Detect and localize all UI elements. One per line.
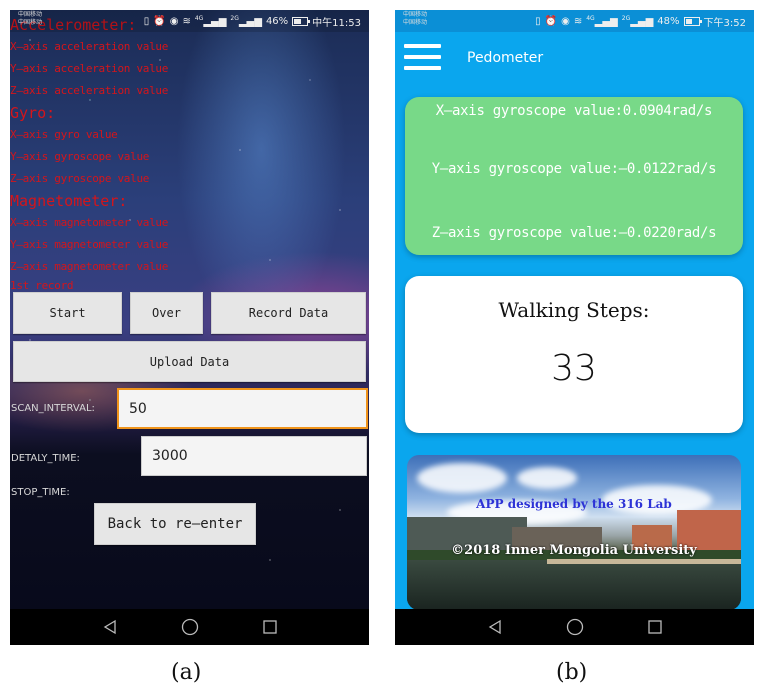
upload-data-button[interactable]: Upload Data — [13, 341, 366, 382]
carrier-names: 中国移动 中国移动 — [403, 11, 427, 27]
start-button[interactable]: Start — [13, 292, 122, 334]
gyro-x-value: X—axis gyro value — [10, 128, 118, 141]
recents-nav-button[interactable] — [261, 618, 279, 636]
carrier-names: 中国移动 中国移动 — [18, 11, 42, 27]
delay-time-input[interactable]: 3000 — [141, 436, 367, 476]
walking-steps-count: 33 — [551, 348, 597, 389]
vibrate-icon: ▯ — [143, 16, 150, 27]
eye-icon: ◉ — [561, 16, 570, 27]
scan-interval-label: SCAN_INTERVAL: — [11, 403, 95, 414]
back-nav-button[interactable] — [486, 618, 504, 636]
wifi-icon: ≋ — [182, 16, 191, 27]
magnetometer-heading: Magnetometer: — [10, 192, 128, 210]
recents-square-icon — [647, 620, 662, 634]
clock: 下午3:52 — [703, 18, 746, 29]
gyro-heading: Gyro: — [10, 104, 56, 122]
home-nav-button[interactable] — [566, 618, 584, 636]
accel-z-value: Z—axis acceleration value — [10, 84, 169, 97]
cloud — [517, 467, 577, 489]
lake-shore — [547, 559, 741, 564]
gyro-y-readout: Y—axis gyroscope value:—0.0122rad/s — [431, 161, 717, 177]
signal-icon-1: 4G▂▄▆ — [194, 15, 227, 28]
wifi-icon: ≋ — [573, 16, 583, 27]
mag-y-value: Y—axis magnetometer value — [10, 238, 169, 251]
record-data-button[interactable]: Record Data — [211, 292, 366, 334]
navigation-bar — [395, 609, 754, 645]
carrier-2: 中国移动 — [18, 19, 43, 26]
battery-icon — [292, 17, 311, 26]
mag-x-value: X—axis magnetometer value — [10, 216, 169, 229]
walking-steps-label: Walking Steps: — [498, 298, 650, 322]
campus-banner-image: APP designed by the 316 Lab ©2018 Inner … — [407, 455, 741, 610]
navigation-bar — [10, 609, 369, 645]
gyro-z-value: Z—axis gyroscope value — [10, 172, 150, 185]
over-button[interactable]: Over — [130, 292, 203, 334]
status-icons: ▯ ⏰ ◉ ≋ 4G▂▄▆ 2G▂▄▆ 46% 中午11:53 — [144, 14, 361, 29]
battery-icon — [683, 17, 702, 26]
home-nav-button[interactable] — [181, 618, 199, 636]
status-icons: ▯ ⏰ ◉ ≋ 4G▂▄▆ 2G▂▄▆ 48% 下午3:52 — [535, 14, 746, 29]
back-triangle-icon — [488, 619, 501, 635]
banner-copyright: ©2018 Inner Mongolia University — [451, 543, 697, 558]
steps-card: Walking Steps: 33 — [405, 276, 743, 433]
caption-b: (b) — [556, 660, 588, 685]
clock: 中午11:53 — [312, 18, 361, 29]
gyro-z-readout: Z—axis gyroscope value:—0.0220rad/s — [431, 225, 717, 241]
status-bar: 中国移动 中国移动 ▯ ⏰ ◉ ≋ 4G▂▄▆ 2G▂▄▆ 46% 中午11:5… — [10, 10, 369, 32]
back-nav-button[interactable] — [101, 618, 119, 636]
eye-icon: ◉ — [169, 16, 179, 27]
alarm-icon: ⏰ — [544, 16, 558, 27]
signal-icon-1: 4G▂▄▆ — [586, 15, 618, 28]
battery-percent: 48% — [657, 16, 680, 27]
gyro-y-value: Y—axis gyroscope value — [10, 150, 150, 163]
alarm-icon: ⏰ — [153, 16, 166, 27]
vibrate-icon: ▯ — [535, 16, 541, 27]
accel-x-value: X—axis acceleration value — [10, 40, 169, 53]
menu-button[interactable] — [404, 44, 441, 71]
lake — [407, 560, 741, 610]
signal-icon-2: 2G▂▄▆ — [230, 15, 262, 28]
status-bar: 中国移动 中国移动 ▯ ⏰ ◉ ≋ 4G▂▄▆ 2G▂▄▆ 48% 下午3:52 — [395, 10, 754, 32]
caption-a: (a) — [171, 660, 202, 685]
delay-time-label: DETALY_TIME: — [11, 453, 80, 464]
carrier-1: 中国移动 — [403, 11, 428, 18]
mag-z-value: Z—axis magnetometer value — [10, 260, 169, 273]
back-triangle-icon — [103, 619, 116, 635]
accel-y-value: Y—axis acceleration value — [10, 62, 169, 75]
cloud — [417, 463, 507, 493]
banner-credit-lab: APP designed by the 316 Lab — [476, 497, 672, 511]
battery-percent: 46% — [265, 16, 289, 27]
phone-screen-b: 中国移动 中国移动 ▯ ⏰ ◉ ≋ 4G▂▄▆ 2G▂▄▆ 48% 下午3:52… — [395, 10, 754, 645]
back-to-reenter-button[interactable]: Back to re—enter — [94, 503, 256, 545]
carrier-1: 中国移动 — [18, 11, 43, 18]
app-bar: Pedometer — [395, 32, 754, 84]
home-circle-icon — [181, 618, 198, 636]
carrier-2: 中国移动 — [403, 19, 428, 26]
recents-square-icon — [262, 620, 277, 634]
gyroscope-card: X—axis gyroscope value:0.0904rad/s Y—axi… — [405, 97, 743, 255]
stop-time-label: STOP_TIME: — [11, 487, 70, 498]
scan-interval-input[interactable]: 50 — [117, 388, 368, 429]
app-title: Pedometer — [467, 50, 544, 66]
home-circle-icon — [566, 618, 583, 636]
phone-screen-a: Accelerometer: X—axis acceleration value… — [10, 10, 369, 645]
recents-nav-button[interactable] — [646, 618, 664, 636]
gyro-x-readout: X—axis gyroscope value:0.0904rad/s — [435, 103, 713, 119]
signal-icon-2: 2G▂▄▆ — [621, 15, 654, 28]
